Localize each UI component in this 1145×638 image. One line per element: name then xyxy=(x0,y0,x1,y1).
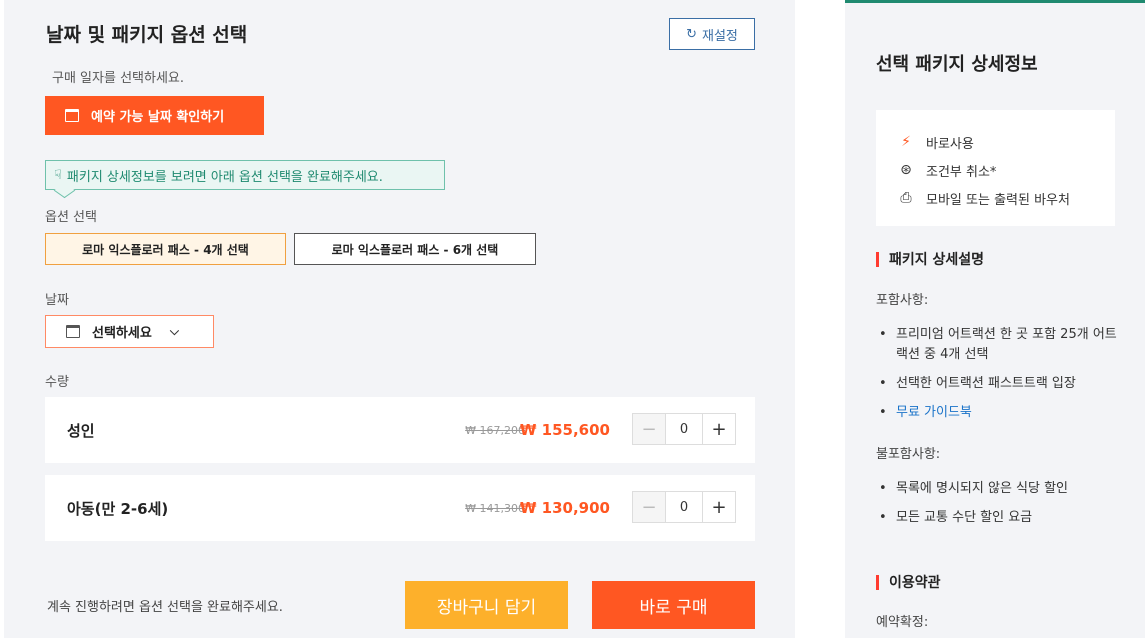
add-to-cart-button[interactable]: 장바구니 담기 xyxy=(405,581,568,629)
excluded-list: 목록에 명시되지 않은 식당 할인 모든 교통 수단 할인 요금 xyxy=(876,479,1126,537)
calendar-icon xyxy=(65,109,79,122)
ticket-type-name: 성인 xyxy=(67,421,95,440)
page-title: 날짜 및 패키지 옵션 선택 xyxy=(46,24,248,46)
list-item: 목록에 명시되지 않은 식당 할인 xyxy=(876,479,1126,499)
quantity-row-child: 아동(만 2-6세) ₩ 141,300 ₩ 130,900 − 0 + xyxy=(45,475,755,541)
increment-button[interactable]: + xyxy=(703,492,735,522)
increment-button[interactable]: + xyxy=(703,414,735,444)
quantity-stepper: − 0 + xyxy=(632,491,736,523)
footer-message: 계속 진행하려면 옵션 선택을 완료해주세요. xyxy=(47,600,283,615)
purchase-date-instruction: 구매 일자를 선택하세요. xyxy=(52,71,184,86)
original-price: ₩ 167,200 xyxy=(465,423,525,437)
quantity-row-adult: 성인 ₩ 167,200 ₩ 155,600 − 0 + xyxy=(45,397,755,463)
feature-item: ⊛ 조건부 취소* xyxy=(898,156,1093,184)
decrement-button[interactable]: − xyxy=(633,492,665,522)
list-item: 선택한 어트랙션 패스트트랙 입장 xyxy=(876,374,1126,394)
date-select-value: 선택하세요 xyxy=(92,326,152,341)
features-box: ⚡ 바로사용 ⊛ 조건부 취소* ⎙ 모바일 또는 출력된 바우처 xyxy=(876,110,1115,226)
date-section-label: 날짜 xyxy=(45,293,69,308)
notice-text: 패키지 상세정보를 보려면 아래 옵션 선택을 완료해주세요. xyxy=(66,169,383,185)
bolt-icon: ⚡ xyxy=(901,134,911,150)
feature-label: 모바일 또는 출력된 바우처 xyxy=(926,192,1070,208)
feature-label: 바로사용 xyxy=(926,136,974,152)
hand-pointer-icon: ☟ xyxy=(54,167,62,183)
quantity-section-label: 수량 xyxy=(45,375,69,390)
free-guidebook-link[interactable]: 무료 가이드북 xyxy=(876,403,1126,423)
original-price: ₩ 141,300 xyxy=(465,501,525,515)
excluded-label: 불포함사항: xyxy=(876,447,941,462)
buy-now-button[interactable]: 바로 구매 xyxy=(592,581,755,629)
heading-bar xyxy=(876,251,879,267)
list-item: 프리미엄 어트랙션 한 곳 포함 25개 어트랙션 중 4개 선택 xyxy=(876,325,1126,365)
details-title: 선택 패키지 상세정보 xyxy=(876,54,1038,75)
chevron-down-icon: ⌵ xyxy=(169,324,179,338)
ticket-type-name: 아동(만 2-6세) xyxy=(67,499,169,518)
decrement-button[interactable]: − xyxy=(633,414,665,444)
booking-confirm-label: 예약확정: xyxy=(876,615,929,630)
option-6-attractions[interactable]: 로마 익스플로러 패스 - 6개 선택 xyxy=(294,233,536,265)
quantity-stepper: − 0 + xyxy=(632,413,736,445)
terms-heading: 이용약관 xyxy=(876,572,941,592)
quantity-value[interactable]: 0 xyxy=(665,492,703,522)
feature-item: ⚡ 바로사용 xyxy=(898,128,1093,156)
feature-label: 조건부 취소* xyxy=(926,164,997,180)
package-details-panel: 선택 패키지 상세정보 ⚡ 바로사용 ⊛ 조건부 취소* ⎙ 모바일 또는 출력… xyxy=(845,0,1145,638)
check-available-dates-button[interactable]: 예약 가능 날짜 확인하기 xyxy=(45,96,264,135)
refund-icon: ⊛ xyxy=(900,162,912,178)
date-select[interactable]: 선택하세요 ⌵ xyxy=(45,315,214,348)
options-notice: ☟ 패키지 상세정보를 보려면 아래 옵션 선택을 완료해주세요. xyxy=(45,160,445,190)
feature-item: ⎙ 모바일 또는 출력된 바우처 xyxy=(898,184,1093,212)
heading-label: 이용약관 xyxy=(889,575,941,591)
option-section-label: 옵션 선택 xyxy=(45,210,97,225)
option-4-attractions[interactable]: 로마 익스플로러 패스 - 4개 선택 xyxy=(45,233,286,265)
discounted-price: ₩ 130,900 xyxy=(519,499,610,517)
included-label: 포함사항: xyxy=(876,293,929,308)
included-list: 프리미엄 어트랙션 한 곳 포함 25개 어트랙션 중 4개 선택 선택한 어트… xyxy=(876,325,1126,432)
calendar-icon xyxy=(66,325,80,338)
quantity-value[interactable]: 0 xyxy=(665,414,703,444)
reset-label: 재설정 xyxy=(702,28,738,44)
voucher-icon: ⎙ xyxy=(900,190,912,206)
options-panel: 날짜 및 패키지 옵션 선택 ↻ 재설정 구매 일자를 선택하세요. 예약 가능… xyxy=(4,0,795,638)
heading-label: 패키지 상세설명 xyxy=(889,252,985,268)
package-description-heading: 패키지 상세설명 xyxy=(876,249,984,269)
check-date-label: 예약 가능 날짜 확인하기 xyxy=(91,110,225,125)
list-item: 모든 교통 수단 할인 요금 xyxy=(876,508,1126,528)
heading-bar xyxy=(876,574,879,590)
refresh-icon: ↻ xyxy=(686,26,697,42)
reset-button[interactable]: ↻ 재설정 xyxy=(669,18,755,50)
discounted-price: ₩ 155,600 xyxy=(519,421,610,439)
